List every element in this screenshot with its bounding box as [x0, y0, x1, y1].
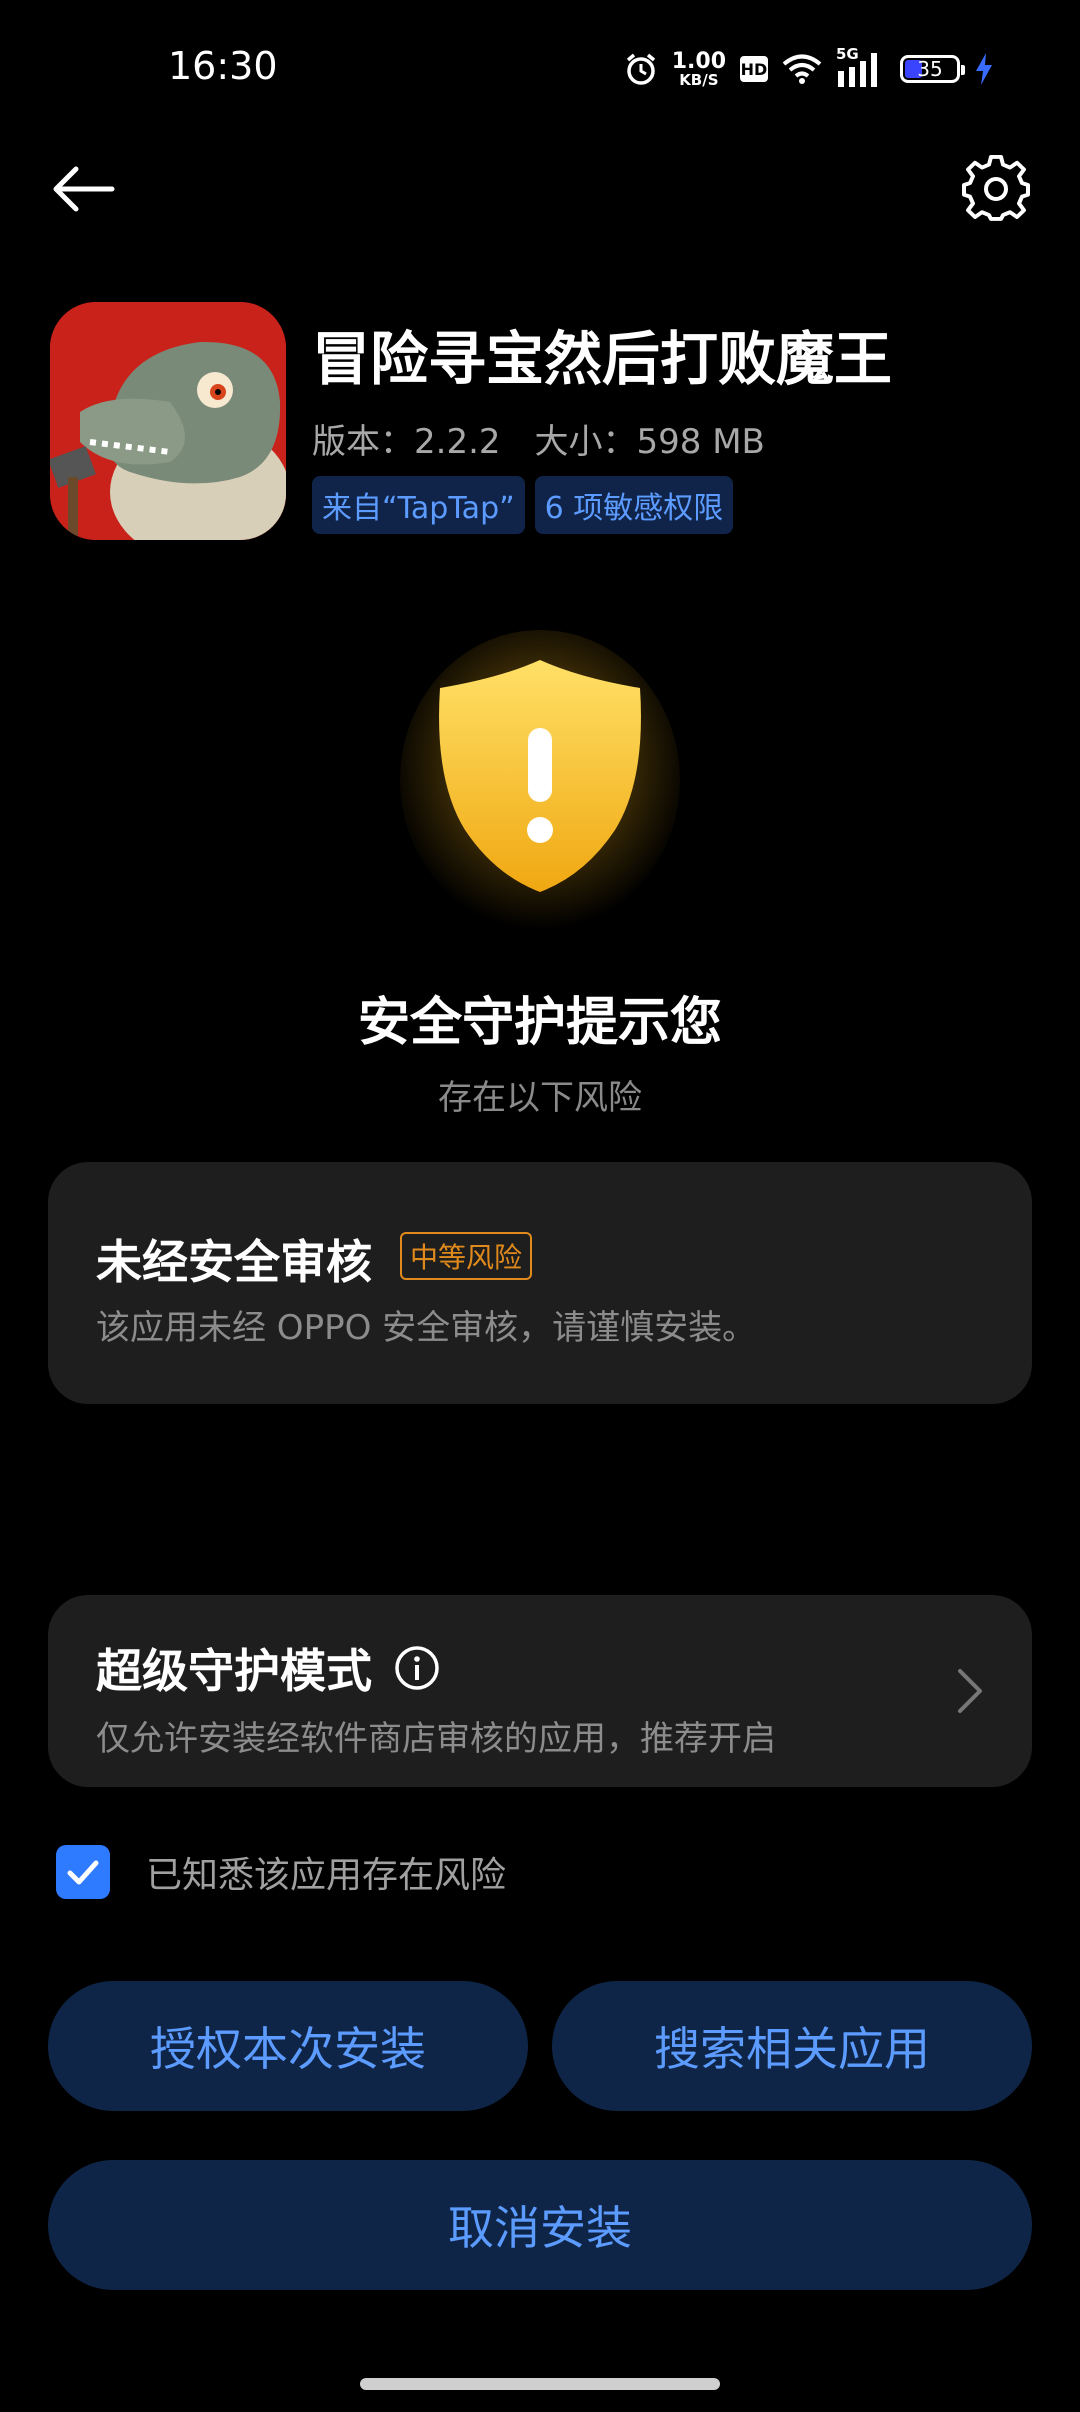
- gear-icon: [962, 155, 1030, 221]
- hd-icon: HD: [740, 56, 768, 82]
- acknowledge-checkbox[interactable]: [56, 1845, 110, 1899]
- app-tags: 来自“TapTap” 6 项敏感权限: [312, 476, 734, 534]
- app-meta: 版本：2.2.2 大小：598 MB: [312, 414, 765, 463]
- alert-subtitle: 存在以下风险: [438, 1078, 642, 1118]
- network-speed-value: 1.00: [671, 48, 726, 74]
- risk-card: 未经安全审核 中等风险 该应用未经 OPPO 安全审核，请谨慎安装。: [48, 1162, 1032, 1404]
- install-risk-screen: 16:30 1.00 KB/S HD 5G 35 冒险寻宝然后打败魔王 版本：2…: [0, 0, 1080, 2412]
- status-bar: 16:30 1.00 KB/S HD 5G 35: [0, 0, 1080, 130]
- back-button[interactable]: [50, 155, 118, 223]
- risk-description: 该应用未经 OPPO 安全审核，请谨慎安装。: [96, 1308, 757, 1348]
- signal-bars-icon: [838, 53, 877, 87]
- acknowledge-label: 已知悉该应用存在风险: [146, 1855, 507, 1896]
- charging-bolt-icon: [976, 53, 992, 85]
- settings-button[interactable]: [962, 155, 1030, 223]
- acknowledge-risk-row[interactable]: 已知悉该应用存在风险: [56, 1844, 506, 1900]
- wifi-icon: [782, 54, 822, 84]
- alarm-icon: [626, 53, 655, 85]
- app-name: 冒险寻宝然后打败魔王: [312, 325, 893, 393]
- guard-title: 超级守护模式: [96, 1644, 372, 1698]
- info-icon[interactable]: [394, 1645, 440, 1691]
- app-size: 大小：598 MB: [534, 422, 765, 462]
- authorize-install-button[interactable]: 授权本次安装: [48, 1981, 528, 2111]
- guard-description: 仅允许安装经软件商店审核的应用，推荐开启: [96, 1719, 776, 1759]
- status-time: 16:30: [168, 44, 278, 88]
- risk-level-badge: 中等风险: [400, 1232, 533, 1280]
- crocodile-mascot-icon: [50, 302, 286, 540]
- checkmark-icon: [67, 1860, 99, 1885]
- app-icon: [50, 302, 286, 540]
- chevron-right-icon: [958, 1669, 982, 1713]
- risk-title: 未经安全审核: [96, 1235, 372, 1289]
- app-version: 版本：2.2.2: [312, 422, 501, 462]
- alert-title: 安全守护提示您: [357, 993, 722, 1053]
- network-speed-unit: KB/S: [679, 70, 719, 89]
- cancel-install-button[interactable]: 取消安装: [48, 2160, 1032, 2290]
- warning-shield-icon: [400, 630, 680, 930]
- super-guard-mode-row[interactable]: 超级守护模式 仅允许安装经软件商店审核的应用，推荐开启: [48, 1595, 1032, 1787]
- cellular-signal: 5G: [836, 45, 886, 89]
- source-tag[interactable]: 来自“TapTap”: [312, 476, 525, 534]
- status-icons: 1.00 KB/S HD 5G 35: [624, 45, 994, 92]
- network-speed: 1.00 KB/S: [671, 48, 726, 89]
- search-related-apps-button[interactable]: 搜索相关应用: [552, 1981, 1032, 2111]
- battery-level: 35: [917, 57, 943, 81]
- home-indicator[interactable]: [360, 2378, 720, 2390]
- battery-indicator: 35: [900, 55, 965, 83]
- permissions-tag[interactable]: 6 项敏感权限: [534, 476, 734, 534]
